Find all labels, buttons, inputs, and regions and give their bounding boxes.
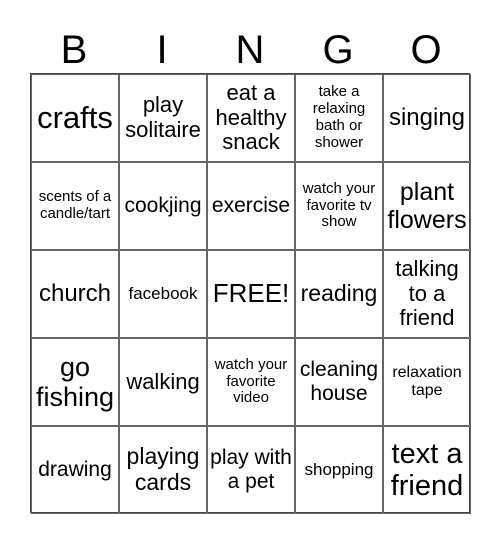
bingo-cell[interactable]: exercise xyxy=(207,162,295,250)
bingo-cell[interactable]: singing xyxy=(383,74,471,162)
bingo-cell[interactable]: shopping xyxy=(295,426,383,514)
bingo-cell[interactable]: cookjing xyxy=(119,162,207,250)
bingo-cell[interactable]: church xyxy=(31,250,119,338)
bingo-cell[interactable]: watch your favorite tv show xyxy=(295,162,383,250)
bingo-cell[interactable]: play with a pet xyxy=(207,426,295,514)
bingo-cell[interactable]: cleaning house xyxy=(295,338,383,426)
bingo-cell[interactable]: relaxation tape xyxy=(383,338,471,426)
bingo-cell[interactable]: text a friend xyxy=(383,426,471,514)
bingo-cell[interactable]: walking xyxy=(119,338,207,426)
bingo-cell[interactable]: reading xyxy=(295,250,383,338)
bingo-cell[interactable]: crafts xyxy=(31,74,119,162)
header-letter-i: I xyxy=(156,28,168,72)
bingo-cell[interactable]: watch your favorite video xyxy=(207,338,295,426)
bingo-cell[interactable]: plant flowers xyxy=(383,162,471,250)
bingo-cell[interactable]: scents of a candle/tart xyxy=(31,162,119,250)
header-letter-o: O xyxy=(410,28,442,72)
header-letter-b: B xyxy=(60,28,88,72)
bingo-cell[interactable]: facebook xyxy=(119,250,207,338)
header-letter-g: G xyxy=(322,28,354,72)
bingo-header: B I N G O xyxy=(30,28,470,73)
bingo-grid: crafts play solitaire eat a healthy snack t… xyxy=(30,73,471,514)
bingo-cell[interactable]: play solitaire xyxy=(119,74,207,162)
free-space-cell[interactable]: FREE! xyxy=(207,250,295,338)
bingo-cell[interactable]: go fishing xyxy=(31,338,119,426)
bingo-cell[interactable]: eat a healthy snack xyxy=(207,74,295,162)
bingo-cell[interactable]: drawing xyxy=(31,426,119,514)
bingo-cell[interactable]: take a relaxing bath or shower xyxy=(295,74,383,162)
header-letter-n: N xyxy=(235,28,265,72)
bingo-cell[interactable]: talking to a friend xyxy=(383,250,471,338)
bingo-cell[interactable]: playing cards xyxy=(119,426,207,514)
